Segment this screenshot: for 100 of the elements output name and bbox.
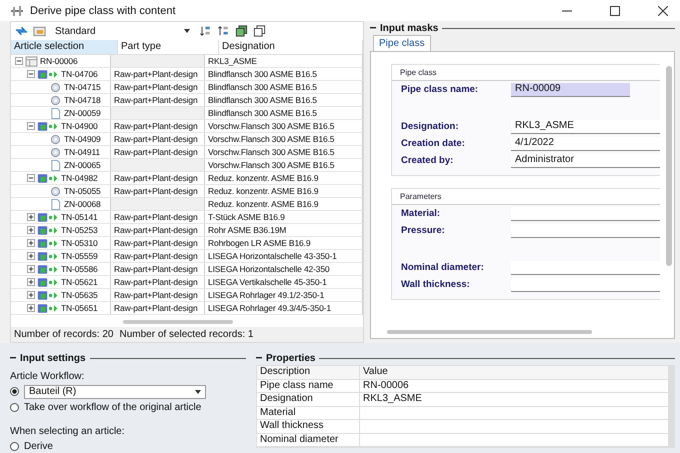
designation-cell: LISEGA Rohrlager 49.1/2-350-1: [205, 289, 363, 302]
input-field[interactable]: Administrator: [511, 154, 660, 168]
part-type-cell: Raw-part+Plant-design: [111, 237, 205, 250]
app-icon: [10, 4, 24, 16]
input-field[interactable]: RKL3_ASME: [511, 120, 660, 134]
field-label: Designation:: [401, 121, 460, 132]
tree-toggle-icon[interactable]: [27, 70, 35, 78]
designation-cell: Vorschw.Flansch 300 ASME B16.5: [205, 159, 363, 172]
article-number[interactable]: ZN-00059: [64, 107, 101, 120]
input-field[interactable]: [511, 278, 660, 292]
view-icon[interactable]: [33, 25, 46, 38]
field-label: Nominal diameter:: [401, 262, 485, 273]
tree-toggle-icon[interactable]: [27, 291, 35, 300]
designation-cell: Reduz. konzentr. ASME B16.9: [205, 185, 363, 198]
part-type-cell: Raw-part+Plant-design: [111, 81, 205, 94]
article-number[interactable]: TN-05055: [64, 185, 101, 198]
column-header[interactable]: Value: [360, 366, 669, 378]
workflow-dropdown[interactable]: Bauteil (R): [24, 384, 206, 398]
part-icon: [49, 94, 62, 106]
part-type-cell: Raw-part+Plant-design: [111, 172, 205, 184]
tree-toggle-icon[interactable]: [27, 226, 35, 234]
designation-cell: T-Stück ASME B16.9: [205, 211, 363, 224]
radio-button[interactable]: [10, 403, 19, 412]
radio-label[interactable]: Derive: [24, 441, 53, 452]
article-number[interactable]: ZN-00068: [64, 198, 101, 210]
designation-cell: Blindflansch 300 ASME B16.5: [205, 107, 363, 120]
section-title: Input settings: [20, 352, 86, 364]
tree-toggle-icon[interactable]: [27, 122, 35, 130]
article-number[interactable]: TN-04909: [64, 133, 101, 146]
article-number[interactable]: TN-05559: [61, 250, 98, 262]
window-title: Derive pipe class with content: [30, 4, 176, 16]
radio-button[interactable]: [10, 387, 19, 396]
article-number[interactable]: TN-05586: [61, 263, 98, 276]
part-icon: [49, 146, 62, 158]
tree-toggle-icon[interactable]: [27, 278, 35, 286]
part-icon: [49, 134, 62, 145]
input-field[interactable]: [511, 206, 660, 220]
view-dropdown[interactable]: Standard: [51, 24, 194, 38]
article-number[interactable]: TN-05141: [61, 211, 98, 224]
sort-ascending-icon[interactable]: [199, 25, 212, 38]
tab[interactable]: Pipe class: [373, 35, 431, 51]
column-header[interactable]: Article selection: [11, 40, 118, 54]
assembly-icon: [37, 290, 59, 301]
tree-toggle-icon[interactable]: [27, 213, 35, 222]
maximize-icon[interactable]: [610, 6, 620, 16]
article-number[interactable]: TN-04900: [61, 120, 98, 132]
input-field[interactable]: 4/1/2022: [511, 136, 660, 150]
horizontal-scrollbar[interactable]: [123, 320, 233, 324]
property-name: Designation: [257, 393, 360, 406]
article-number[interactable]: TN-04982: [61, 172, 98, 184]
input-field[interactable]: [511, 260, 660, 274]
assembly-icon: [37, 212, 59, 223]
vertical-scrollbar[interactable]: [666, 66, 672, 266]
field-label: Pipe class name:: [401, 84, 480, 95]
article-number[interactable]: TN-05651: [61, 302, 98, 314]
article-number[interactable]: ZN-00065: [64, 159, 101, 172]
article-number[interactable]: RN-00006: [40, 55, 78, 68]
designation-cell: Blindflansch 300 ASME B16.5: [205, 68, 363, 80]
article-number[interactable]: TN-04911: [64, 146, 100, 158]
part-type-cell: Raw-part+Plant-design: [111, 302, 205, 314]
article-number[interactable]: TN-04706: [61, 68, 98, 80]
article-number[interactable]: TN-04718: [64, 94, 101, 106]
status-text: Number of selected records: 1: [120, 329, 254, 340]
part-type-cell: Raw-part+Plant-design: [111, 120, 205, 132]
horizontal-scrollbar[interactable]: [387, 330, 592, 334]
designation-cell: Reduz. konzentr. ASME B16.9: [205, 172, 363, 184]
designation-cell: LISEGA Rohrlager 49.3/4/5-350-1: [205, 302, 363, 314]
column-header[interactable]: Part type: [118, 40, 219, 54]
refresh-arrows-icon[interactable]: [15, 25, 28, 38]
sort-descending-icon[interactable]: [217, 25, 230, 38]
close-icon[interactable]: [658, 6, 668, 16]
tree-toggle-icon[interactable]: [27, 252, 35, 260]
tree-toggle-icon[interactable]: [27, 265, 35, 274]
designation-cell: Vorschw.Flansch 300 ASME B16.5: [205, 146, 363, 158]
collapse-all-icon[interactable]: [253, 25, 266, 38]
article-number[interactable]: TN-05253: [61, 224, 98, 236]
assembly-icon: [37, 276, 59, 288]
assembly-icon: [37, 302, 59, 314]
status-text: Number of records: 20: [14, 329, 114, 340]
document-icon: [49, 108, 62, 119]
tree-toggle-icon[interactable]: [27, 304, 35, 312]
column-header[interactable]: Description: [257, 366, 360, 378]
tree-toggle-icon[interactable]: [15, 57, 23, 66]
tree-toggle-icon[interactable]: [27, 239, 35, 248]
article-number[interactable]: TN-04715: [64, 81, 101, 94]
article-number[interactable]: TN-05621: [61, 276, 98, 288]
article-number[interactable]: TN-05310: [61, 237, 98, 250]
radio-button[interactable]: [10, 442, 19, 451]
expand-all-icon[interactable]: [235, 25, 248, 38]
document-icon: [49, 198, 62, 210]
section-title: Properties: [266, 352, 316, 364]
input-field[interactable]: RN-00009: [511, 82, 630, 96]
assembly-icon: [37, 172, 59, 184]
radio-label[interactable]: Take over workflow of the original article: [24, 402, 202, 413]
group-title: Parameters: [392, 189, 660, 205]
designation-cell: LISEGA Horizontalschelle 42-350: [205, 263, 363, 276]
input-field[interactable]: [511, 224, 660, 238]
tree-toggle-icon[interactable]: [27, 174, 35, 182]
article-number[interactable]: TN-05635: [61, 289, 98, 302]
column-header[interactable]: Designation: [219, 40, 363, 54]
